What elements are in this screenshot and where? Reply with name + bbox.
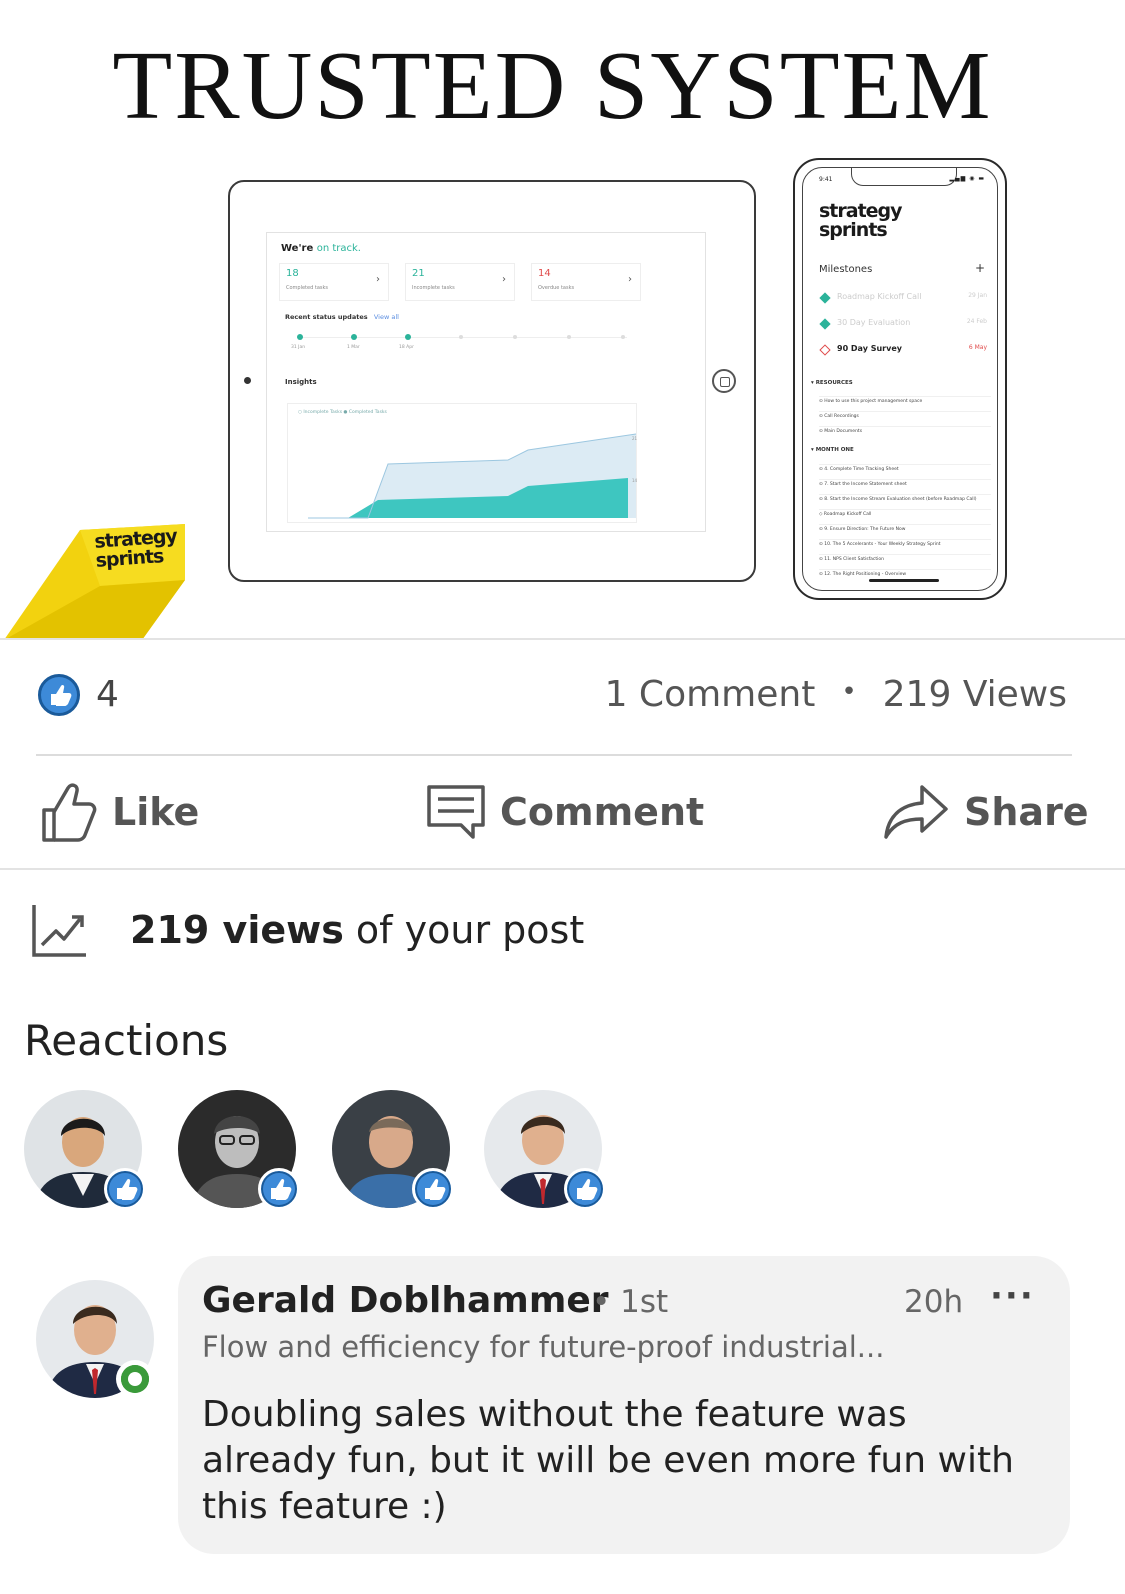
post-headline: TRUSTED SYSTEM	[112, 32, 993, 140]
signal-wifi-battery-icon: ▂▄▆ ◉ ▬	[949, 175, 985, 182]
phone-home-indicator	[869, 579, 939, 582]
phone-notch	[851, 168, 957, 186]
comment-count[interactable]: 1 Comment	[605, 674, 816, 715]
reactor-avatar[interactable]	[332, 1090, 454, 1210]
share-arrow-icon	[884, 785, 948, 839]
phone-time: 9:41	[819, 176, 833, 183]
connection-degree: • 1st	[592, 1284, 669, 1320]
insights-label: Insights	[285, 378, 317, 386]
post-analytics-link[interactable]: 219 views of your post	[30, 898, 584, 962]
phone-mockup: 9:41 ▂▄▆ ◉ ▬ strategy sprints Milestones…	[793, 158, 1007, 600]
milestone-item: 90 Day Survey 6 May	[819, 344, 987, 358]
comment-button[interactable]: Comment	[426, 772, 704, 852]
tablet-screen: We're on track. 18 Completed tasks › 21 …	[266, 232, 706, 532]
milestone-item: 30 Day Evaluation 24 Feb	[819, 318, 987, 332]
task-item: ⊙ 4. Complete Time Tracking Sheet	[819, 464, 991, 472]
tablet-camera	[244, 377, 251, 384]
like-label: Like	[112, 790, 200, 834]
reactor-avatar[interactable]	[178, 1090, 300, 1210]
task-item: ◇ Roadmap Kickoff Call	[819, 509, 991, 517]
tablet-home-button	[712, 369, 736, 393]
task-item: ⊙ 8. Start the Income Stream Evaluation …	[819, 494, 991, 502]
resource-item: ⊙ Call Recordings	[819, 411, 991, 419]
stat-overdue: 14 Overdue tasks ›	[531, 263, 641, 301]
comment-timestamp: 20h	[904, 1284, 964, 1320]
comment-author-headline: Flow and efficiency for future-proof ind…	[202, 1330, 885, 1364]
stats-divider	[36, 754, 1072, 756]
stat-completed: 18 Completed tasks ›	[279, 263, 389, 301]
status-timeline: 31 Jan 1 Mar 18 Apr	[291, 334, 627, 350]
task-item: ⊙ 12. The Right Positioning - Overview	[819, 569, 991, 577]
recent-updates-label: Recent status updates View all	[285, 313, 399, 321]
stat-incomplete: 21 Incomplete tasks ›	[405, 263, 515, 301]
reactor-avatar[interactable]	[484, 1090, 606, 1210]
comment-author-name[interactable]: Gerald Doblhammer	[202, 1280, 609, 1321]
svg-text:21: 21	[632, 436, 638, 441]
thumbs-up-icon	[42, 783, 97, 842]
like-reaction-icon	[258, 1168, 300, 1210]
month-one-section: ▾ MONTH ONE	[811, 447, 854, 453]
task-item: ⊙ 10. The 5 Accelerants - Your Weekly St…	[819, 539, 991, 547]
view-count[interactable]: 219 Views	[883, 674, 1067, 715]
milestone-item: Roadmap Kickoff Call 29 Jan	[819, 292, 987, 306]
svg-text:14: 14	[632, 478, 638, 483]
status-heading: We're on track.	[281, 243, 361, 254]
resources-section: ▾ RESOURCES	[811, 380, 853, 386]
tablet-mockup: We're on track. 18 Completed tasks › 21 …	[228, 180, 756, 582]
share-button[interactable]: Share	[882, 772, 1089, 852]
analytics-chart-icon	[32, 905, 86, 957]
add-milestone-icon: +	[974, 261, 985, 275]
online-status-indicator	[116, 1360, 154, 1398]
insights-chart: ○ Incomplete Tasks ● Completed Tasks 21 …	[287, 403, 638, 523]
share-label: Share	[964, 790, 1089, 834]
image-divider	[0, 638, 1125, 640]
resource-item: ⊙ How to use this project management spa…	[819, 396, 991, 404]
post-image[interactable]: TRUSTED SYSTEM We're on track. 18 Comple…	[0, 0, 1125, 650]
resource-item: ⊙ Main Documents	[819, 426, 991, 434]
comment-bubble[interactable]: Gerald Doblhammer • 1st 20h ··· Flow and…	[178, 1256, 1070, 1554]
like-reaction-icon	[104, 1168, 146, 1210]
more-options-icon[interactable]: ···	[990, 1276, 1035, 1316]
task-item: ⊙ 7. Start the Income Statement sheet	[819, 479, 991, 487]
like-reaction-icon	[412, 1168, 454, 1210]
reactions-heading: Reactions	[24, 1016, 229, 1065]
task-item: ⊙ 9. Ensure Direction: The Future Now	[819, 524, 991, 532]
like-reaction-icon[interactable]	[38, 674, 80, 716]
comment-label: Comment	[500, 790, 705, 834]
like-count[interactable]: 4	[96, 674, 119, 715]
post-stats: 1 Comment • 219 Views	[604, 674, 1067, 715]
milestones-heading: Milestones	[819, 264, 873, 275]
like-button[interactable]: Like	[40, 772, 199, 852]
reactor-avatar[interactable]	[24, 1090, 146, 1210]
comment-icon	[427, 785, 485, 839]
comment-text: Doubling sales without the feature was a…	[202, 1394, 1014, 1527]
actions-divider	[0, 868, 1125, 870]
phone-brand-logo: strategy sprints	[819, 200, 903, 241]
brand-block-text: strategy sprints	[93, 525, 178, 572]
task-item: ⊙ 11. NPS Client Satisfaction	[819, 554, 991, 562]
analytics-text: 219 views of your post	[130, 908, 585, 952]
like-reaction-icon	[564, 1168, 606, 1210]
